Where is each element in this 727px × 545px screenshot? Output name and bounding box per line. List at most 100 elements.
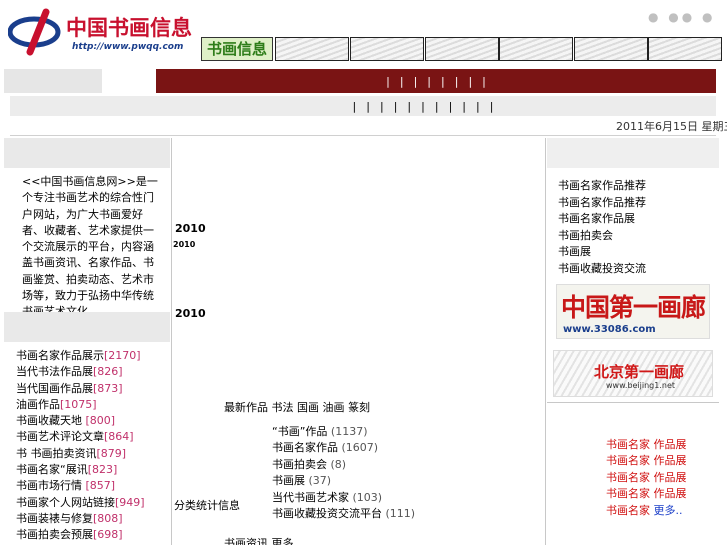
content-tabs[interactable]: 最新作品 书法 国画 油画 篆刻: [224, 399, 370, 415]
category-label: 书画拍卖会预展: [16, 528, 93, 542]
stat-label: “书画”作品: [272, 425, 328, 438]
right-link[interactable]: 书画名家作品展: [558, 210, 646, 227]
stat-count: (8): [330, 457, 347, 471]
news-header[interactable]: 书画资讯 更多: [224, 535, 294, 545]
header-nav-box-1[interactable]: [275, 37, 349, 61]
stat-count: (1137): [330, 425, 368, 438]
stats-list: “书画”作品 (1137) 书画名家作品 (1607) 书画拍卖会 (8) 书画…: [272, 423, 415, 521]
category-item[interactable]: 书画名家作品展示[2170]: [16, 347, 145, 363]
category-item[interactable]: 油画作品[1075]: [16, 396, 145, 412]
logo-url: http://www.pwqq.com: [72, 42, 184, 52]
decor-dots: ● ●● ●: [648, 10, 716, 24]
header-nav-box-4[interactable]: [499, 37, 573, 61]
stat-item[interactable]: “书画”作品 (1137): [272, 423, 415, 439]
category-item[interactable]: 当代书法作品展[826]: [16, 363, 145, 379]
stat-item[interactable]: 书画名家作品 (1607): [272, 439, 415, 455]
nav-item[interactable]: [422, 75, 436, 88]
category-item[interactable]: 当代国画作品展[873]: [16, 380, 145, 396]
stat-item[interactable]: 书画展 (37): [272, 472, 415, 488]
category-label: 书画名家“展讯: [16, 463, 88, 477]
header-nav-box-2[interactable]: [350, 37, 424, 61]
section-title-button[interactable]: 书画信息: [201, 37, 273, 61]
subnav-item[interactable]: [416, 100, 430, 113]
subnav-item[interactable]: [485, 100, 499, 113]
stat-label: 当代书画艺术家: [272, 490, 349, 504]
featured-link[interactable]: 书画名家 作品展: [606, 469, 687, 485]
ad-title: 中国第一画廊: [561, 293, 706, 322]
category-item[interactable]: 书画名家“展讯[823]: [16, 461, 145, 477]
stat-count: (37): [308, 474, 332, 488]
category-item[interactable]: 书画收藏天地 [800]: [16, 412, 145, 428]
main-navbar: [156, 69, 716, 93]
subnav-item[interactable]: [375, 100, 389, 113]
right-link[interactable]: 书画收藏投资交流: [558, 260, 646, 277]
category-count: [2170]: [104, 349, 141, 362]
current-date: 2011年6月15日 星期三: [616, 120, 727, 133]
category-count: [808]: [93, 511, 123, 525]
subnav-item[interactable]: [471, 100, 485, 113]
ad-url: www.33086.com: [563, 324, 656, 335]
stat-item[interactable]: 书画拍卖会 (8): [272, 456, 415, 472]
divider: [10, 135, 716, 136]
right-link[interactable]: 书画名家作品推荐: [558, 177, 646, 194]
category-list: 书画名家作品展示[2170] 当代书法作品展[826] 当代国画作品展[873]…: [16, 347, 145, 543]
subnav-item[interactable]: [457, 100, 471, 113]
featured-link[interactable]: 书画名家: [606, 504, 654, 517]
subnav-item[interactable]: [348, 100, 362, 113]
nav-item[interactable]: [409, 75, 423, 88]
category-label: 书画市场行情: [16, 479, 86, 493]
right-link[interactable]: 书画拍卖会: [558, 227, 646, 244]
category-count: [826]: [93, 365, 123, 379]
beijing-gallery-ad-banner[interactable]: 北京第一画廊 www.beijing1.net: [553, 350, 713, 397]
category-count: [949]: [115, 495, 145, 509]
header-nav-box-6[interactable]: [648, 37, 722, 61]
category-label: 书画艺术评论文章: [16, 430, 104, 444]
nav-item[interactable]: [395, 75, 409, 88]
stat-count: (111): [385, 506, 416, 520]
featured-link[interactable]: 书画名家 作品展: [606, 436, 687, 452]
subnav-item[interactable]: [361, 100, 375, 113]
subnav-item[interactable]: [444, 100, 458, 113]
site-logo[interactable]: 中国书画信息 http://www.pwqq.com: [8, 6, 192, 56]
year-label: 2010: [175, 222, 206, 235]
featured-link[interactable]: 书画名家 作品展: [606, 452, 687, 468]
nav-left-block: [4, 69, 102, 93]
category-item[interactable]: 书画拍卖会预展[698]: [16, 526, 145, 542]
right-link-list: 书画名家作品推荐 书画名家作品推荐 书画名家作品展 书画拍卖会 书画展 书画收藏…: [558, 177, 646, 276]
more-link[interactable]: 更多..: [654, 504, 683, 517]
subnav-item[interactable]: [389, 100, 403, 113]
ad-url: www.beijing1.net: [606, 381, 676, 390]
category-count: [879]: [96, 446, 127, 460]
subnav-item[interactable]: [402, 100, 416, 113]
category-count: [857]: [85, 479, 116, 493]
subnav-item[interactable]: [430, 100, 444, 113]
stat-item[interactable]: 书画收藏投资交流平台 (111): [272, 505, 415, 521]
category-label: 书画家个人网站链接: [16, 495, 115, 509]
nav-item[interactable]: [463, 75, 477, 88]
nav-item[interactable]: [477, 75, 491, 88]
nav-item[interactable]: [381, 75, 395, 88]
year-label-small: 2010: [173, 240, 196, 249]
category-label: 书画名家作品展示: [16, 349, 104, 362]
category-item[interactable]: 书 书画拍卖资讯[879]: [16, 445, 145, 461]
category-item[interactable]: 书画艺术评论文章[864]: [16, 428, 145, 444]
featured-link[interactable]: 书画名家 作品展: [606, 485, 687, 501]
stat-label: 书画拍卖会: [272, 457, 327, 471]
category-label: 书画收藏天地: [16, 414, 86, 428]
category-count: [698]: [93, 528, 123, 542]
header-nav-box-3[interactable]: [425, 37, 499, 61]
nav-item[interactable]: [450, 75, 464, 88]
category-label: 当代书法作品展: [16, 365, 93, 379]
site-intro-text: <<中国书画信息网>>是一个专注书画艺术的综合性门户网站，为广大书画爱好者、收藏…: [22, 175, 158, 318]
header-nav-box-5[interactable]: [574, 37, 648, 61]
gallery-ad-banner[interactable]: 中国第一画廊 www.33086.com: [556, 284, 710, 339]
right-link[interactable]: 书画展: [558, 243, 646, 260]
category-item[interactable]: 书画装裱与修复[808]: [16, 510, 145, 526]
right-link[interactable]: 书画名家作品推荐: [558, 194, 646, 211]
category-item[interactable]: 书画市场行情 [857]: [16, 477, 145, 493]
nav-item[interactable]: [436, 75, 450, 88]
category-label: 油画作品: [16, 397, 60, 411]
category-item[interactable]: 书画家个人网站链接[949]: [16, 494, 145, 510]
featured-link-list: 书画名家 作品展 书画名家 作品展 书画名家 作品展 书画名家 作品展 书画名家…: [606, 436, 687, 518]
stat-item[interactable]: 当代书画艺术家 (103): [272, 489, 415, 505]
